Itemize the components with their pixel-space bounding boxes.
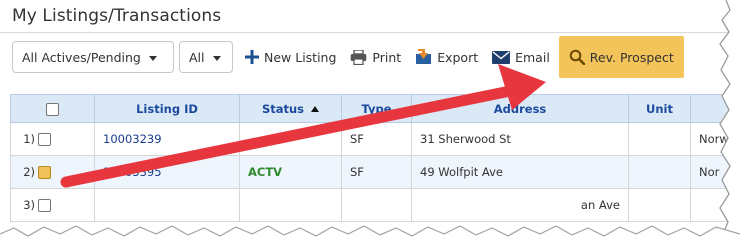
address-cell: 49 Wolfpit Ave (411, 155, 629, 189)
unit-cell (628, 122, 691, 156)
row-number: 2) (23, 165, 35, 180)
export-label: Export (437, 49, 479, 65)
type-select[interactable]: All (179, 41, 233, 73)
plus-icon (245, 50, 259, 64)
city-cell: Nor (690, 155, 740, 189)
print-label: Print (372, 49, 402, 65)
unit-cell (628, 155, 691, 189)
select-all-header (10, 94, 95, 123)
table-row[interactable]: 1) 10003239 SF 31 Sherwood St Norw (10, 122, 740, 156)
column-header-type[interactable]: Type (341, 94, 412, 123)
row-number: 3) (23, 198, 35, 213)
new-listing-button[interactable]: New Listing (238, 40, 343, 74)
type-cell (341, 188, 412, 222)
table-row[interactable]: 3) an Ave (10, 188, 740, 222)
filter-select[interactable]: All Actives/Pending (12, 41, 174, 73)
listing-id-cell[interactable]: 10003395 (94, 155, 240, 189)
type-select-value: All (189, 49, 205, 65)
title-divider (0, 32, 730, 33)
page-title: My Listings/Transactions (12, 6, 222, 26)
rev-prospect-button[interactable]: Rev. Prospect (558, 36, 684, 78)
column-header-address[interactable]: Address (411, 94, 629, 123)
export-button[interactable]: Export (408, 40, 485, 74)
column-header-status-label: Status (261, 101, 305, 116)
row-select-cell: 3) (10, 188, 95, 222)
address-cell: 31 Sherwood St (411, 122, 629, 156)
column-header-status[interactable]: Status (239, 94, 342, 123)
chevron-down-icon (212, 55, 221, 61)
status-cell (239, 122, 342, 156)
row-select-cell: 2) (10, 155, 95, 189)
export-icon (415, 49, 432, 65)
email-label: Email (515, 49, 550, 65)
type-cell: SF (341, 122, 412, 156)
row-checkbox[interactable] (38, 198, 51, 212)
column-header-listing-id[interactable]: Listing ID (94, 94, 240, 123)
column-header-unit[interactable]: Unit (628, 94, 691, 123)
row-checkbox[interactable] (38, 132, 51, 146)
status-cell: ACTV (239, 155, 342, 189)
toolbar: All Actives/Pending All New Listing Prin… (12, 36, 684, 78)
row-select-cell: 1) (10, 122, 95, 156)
filter-select-value: All Actives/Pending (22, 49, 141, 65)
city-cell (690, 188, 740, 222)
city-cell: Norw (690, 122, 740, 156)
print-button[interactable]: Print (343, 40, 408, 74)
new-listing-label: New Listing (264, 49, 337, 65)
printer-icon (350, 49, 367, 65)
type-cell: SF (341, 155, 412, 189)
unit-cell (628, 188, 691, 222)
rev-prospect-label: Rev. Prospect (589, 49, 674, 65)
column-header-city[interactable] (690, 94, 740, 123)
select-all-checkbox[interactable] (46, 102, 59, 116)
table-row[interactable]: 2) 10003395 ACTV SF 49 Wolfpit Ave Nor (10, 155, 740, 189)
sort-up-icon (311, 105, 320, 112)
envelope-icon (492, 50, 511, 64)
listing-id-cell[interactable]: 10003239 (94, 122, 240, 156)
search-icon (569, 49, 585, 65)
address-cell: an Ave (411, 188, 629, 222)
chevron-down-icon (148, 55, 157, 61)
email-button[interactable]: Email (485, 40, 557, 74)
listings-table: Listing ID Status Type Address Unit 1) 1… (10, 94, 740, 244)
row-number: 1) (23, 132, 35, 147)
status-cell (239, 188, 342, 222)
row-checkbox[interactable] (38, 165, 51, 179)
listing-id-cell[interactable] (94, 188, 240, 222)
